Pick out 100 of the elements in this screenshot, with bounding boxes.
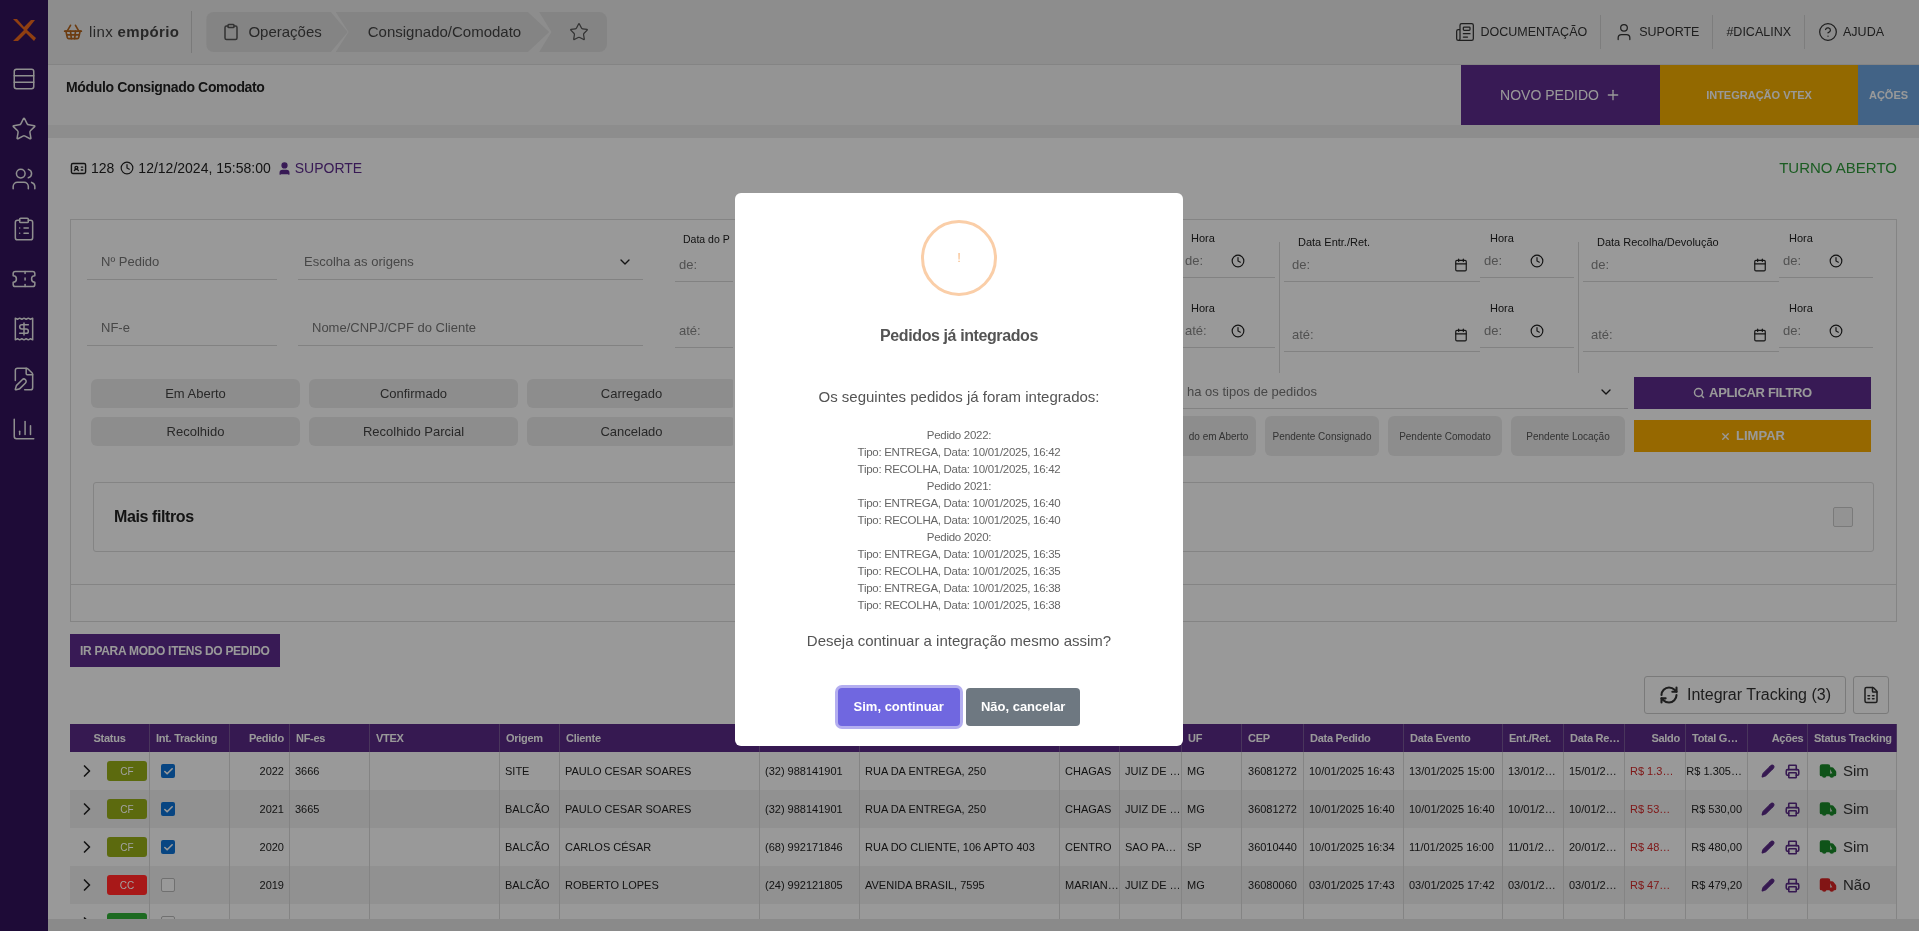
date-field[interactable]: de: xyxy=(1591,254,1753,275)
column-header[interactable]: NF-es xyxy=(296,729,326,747)
print-icon[interactable] xyxy=(1784,763,1800,779)
table-cell-text: R$ 479,20 xyxy=(1691,877,1742,893)
column-header[interactable]: Origem xyxy=(506,729,543,747)
text-field[interactable]: Nome/CNPJ/CPF do Cliente xyxy=(298,310,643,346)
table-cell-text: R$ 530,00 xyxy=(1691,801,1742,817)
dialog-detail-line: Tipo: RECOLHA, Data: 10/01/2025, 16:35 xyxy=(857,563,1061,579)
tracking-checkbox[interactable] xyxy=(161,764,175,778)
time-field[interactable]: de: xyxy=(1783,250,1829,271)
table-cell-text: 2020 xyxy=(259,839,284,855)
dialog-question: Deseja continuar a integração mesmo assim? xyxy=(806,630,1112,651)
apply-filter-button[interactable]: APLICAR FILTRO xyxy=(1634,377,1871,409)
pending-filter-button[interactable]: Pendente Locação xyxy=(1511,416,1625,456)
status-filter-button[interactable]: Cancelado xyxy=(527,417,733,446)
clock-icon[interactable] xyxy=(1231,253,1245,268)
status-filter-button[interactable]: Carregado xyxy=(527,379,733,408)
refresh-icon xyxy=(1658,685,1679,705)
column-header[interactable]: CEP xyxy=(1248,729,1270,747)
calendar-icon[interactable] xyxy=(1753,257,1767,272)
header-link[interactable]: DOCUMENTAÇÃO xyxy=(1442,15,1601,49)
edit-icon[interactable] xyxy=(1760,878,1775,892)
tracking-checkbox[interactable] xyxy=(161,840,175,854)
column-header[interactable]: Saldo xyxy=(1651,729,1680,747)
breadcrumb-item[interactable]: Operações xyxy=(206,12,348,52)
time-field[interactable]: de: xyxy=(1783,320,1829,341)
column-header[interactable]: Status xyxy=(93,729,126,747)
clock-icon[interactable] xyxy=(1530,323,1544,338)
date-field[interactable]: até: xyxy=(1591,324,1753,345)
print-icon[interactable] xyxy=(1784,839,1800,855)
header-link[interactable]: #DICALINX xyxy=(1712,15,1804,49)
text-field[interactable]: NF-e xyxy=(87,310,277,346)
date-field[interactable]: até: xyxy=(1292,324,1454,345)
print-icon[interactable] xyxy=(1784,877,1800,893)
column-header[interactable]: Int. Tracking xyxy=(156,729,218,747)
header-link[interactable]: AJUDA xyxy=(1804,15,1897,49)
pending-filter-button[interactable]: Pendente Consignado xyxy=(1265,416,1379,456)
clock-icon xyxy=(120,161,135,175)
edit-icon[interactable] xyxy=(1760,764,1775,778)
column-header[interactable]: UF xyxy=(1188,729,1203,747)
date-field[interactable]: de: xyxy=(1292,254,1454,275)
bar-chart-icon[interactable] xyxy=(11,416,37,442)
header-link[interactable]: SUPORTE xyxy=(1600,15,1713,49)
clock-icon[interactable] xyxy=(1231,323,1245,338)
help-icon xyxy=(1818,22,1838,42)
menu-icon[interactable] xyxy=(11,66,37,92)
users-icon[interactable] xyxy=(11,166,37,192)
column-header[interactable]: Cliente xyxy=(566,729,601,747)
table-cell-text: (24) 992121805 xyxy=(765,877,843,893)
time-field[interactable]: de: xyxy=(1185,250,1231,271)
time-field[interactable]: até: xyxy=(1185,320,1231,341)
text-field[interactable]: Nº Pedido xyxy=(87,244,277,280)
status-filter-button[interactable]: Recolhido xyxy=(91,417,300,446)
status-filter-button[interactable]: Confirmado xyxy=(309,379,518,408)
calendar-icon[interactable] xyxy=(1753,327,1767,342)
more-filters-checkbox[interactable] xyxy=(1833,507,1853,527)
column-header[interactable]: Ent./Ret. xyxy=(1509,729,1552,747)
edit-icon[interactable] xyxy=(1760,802,1775,816)
star-icon[interactable] xyxy=(11,116,37,142)
pending-filter-button[interactable]: Pendente Comodato xyxy=(1388,416,1502,456)
brand-logo[interactable]: linx empório xyxy=(89,20,180,44)
clock-icon[interactable] xyxy=(1530,253,1544,268)
table-cell-text: BALCÃO xyxy=(505,839,550,855)
items-mode-button[interactable]: IR PARA MODO ITENS DO PEDIDO xyxy=(70,634,280,667)
column-header[interactable]: Status Tracking xyxy=(1814,729,1892,747)
edit-icon[interactable] xyxy=(1760,840,1775,854)
column-header[interactable]: Total G… xyxy=(1692,729,1738,747)
time-field[interactable]: de: xyxy=(1484,250,1530,271)
session-user[interactable]: SUPORTE xyxy=(294,157,363,179)
cancel-button[interactable]: Não, cancelar xyxy=(965,688,1081,726)
status-badge: CF xyxy=(107,761,147,781)
clock-icon[interactable] xyxy=(1829,323,1843,338)
table-cell-text: 2021 xyxy=(259,801,284,817)
confirm-button[interactable]: Sim, continuar xyxy=(837,688,960,726)
new-order-button[interactable]: NOVO PEDIDO xyxy=(1461,65,1660,125)
calendar-icon[interactable] xyxy=(1454,257,1468,272)
table-cell-text: 11/01/2025 16:00 xyxy=(1409,839,1494,855)
breadcrumb-item[interactable]: Consignado/Comodato xyxy=(335,12,550,52)
print-icon[interactable] xyxy=(1784,801,1800,817)
time-field[interactable]: de: xyxy=(1484,320,1530,341)
column-header[interactable]: Data Re… xyxy=(1570,729,1620,747)
status-filter-button[interactable]: Recolhido Parcial xyxy=(309,417,518,446)
calendar-icon[interactable] xyxy=(1454,327,1468,342)
column-header[interactable]: Pedido xyxy=(248,729,284,747)
origin-select[interactable]: Escolha as origens xyxy=(298,244,643,280)
column-header[interactable]: Ações xyxy=(1771,729,1804,747)
pending-filter-button[interactable]: do em Aberto xyxy=(1181,416,1256,456)
column-header[interactable]: VTEX xyxy=(376,729,404,747)
tracking-checkbox[interactable] xyxy=(161,802,175,816)
table-cell-text: MG xyxy=(1187,801,1205,817)
table-cell-text: 2019 xyxy=(259,877,284,893)
export-xlsx-button[interactable] xyxy=(1853,676,1889,714)
close-icon xyxy=(1720,430,1732,442)
clock-icon[interactable] xyxy=(1829,253,1843,268)
status-filter-button[interactable]: Em Aberto xyxy=(91,379,300,408)
column-header[interactable]: Data Pedido xyxy=(1310,729,1371,747)
integrate-tracking-button[interactable]: Integrar Tracking (3) xyxy=(1643,676,1846,714)
column-header[interactable]: Data Evento xyxy=(1410,729,1471,747)
favorite-button[interactable] xyxy=(539,12,608,52)
tracking-checkbox[interactable] xyxy=(161,878,175,892)
